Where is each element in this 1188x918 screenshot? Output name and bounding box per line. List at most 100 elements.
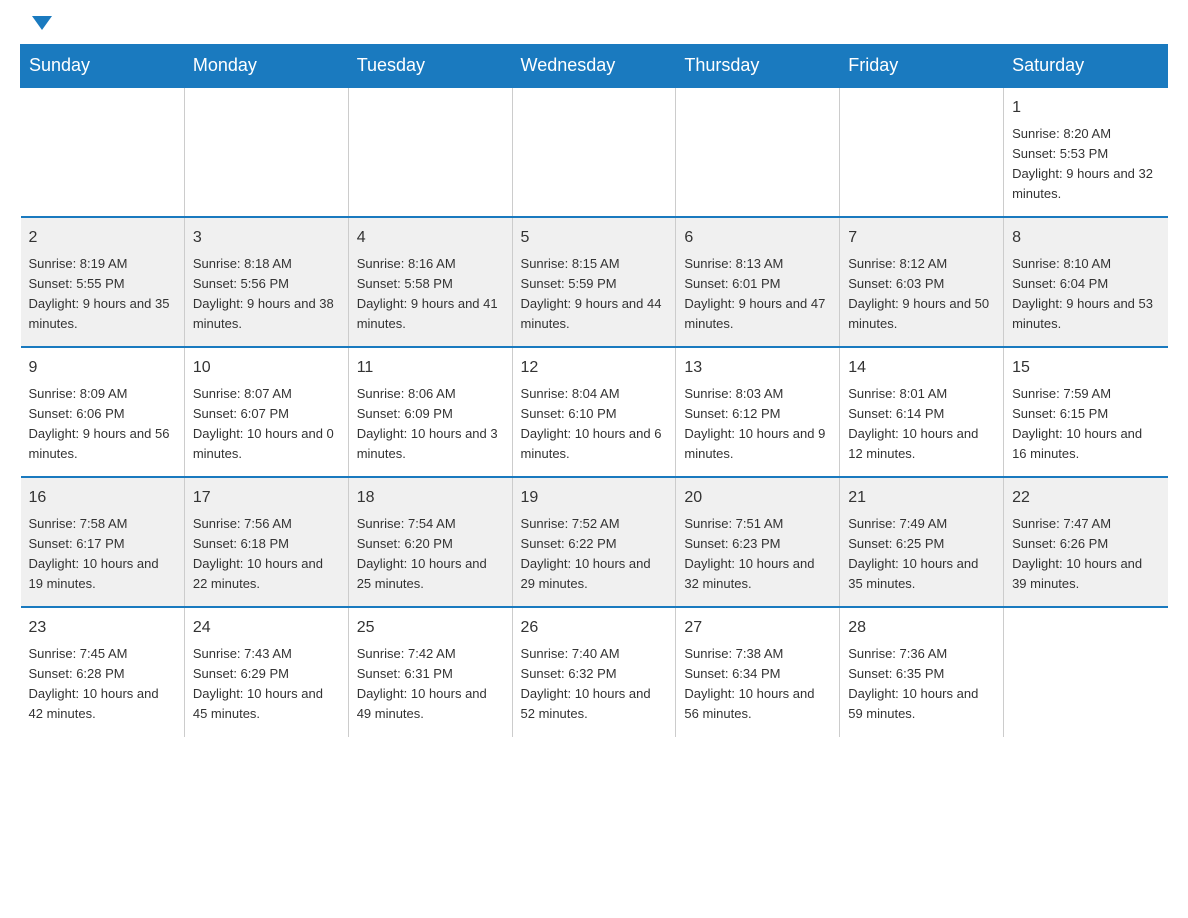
calendar-week-row: 9 Sunrise: 8:09 AMSunset: 6:06 PMDaylight… (21, 347, 1168, 477)
calendar-cell: 23 Sunrise: 7:45 AMSunset: 6:28 PMDayligh… (21, 607, 185, 737)
day-number: 22 (1012, 486, 1159, 510)
calendar-cell: 8 Sunrise: 8:10 AMSunset: 6:04 PMDaylight… (1004, 217, 1168, 347)
calendar-cell (840, 87, 1004, 217)
day-info: Sunrise: 7:43 AMSunset: 6:29 PMDaylight:… (193, 644, 340, 725)
calendar-cell: 11 Sunrise: 8:06 AMSunset: 6:09 PMDayligh… (348, 347, 512, 477)
calendar-cell: 12 Sunrise: 8:04 AMSunset: 6:10 PMDayligh… (512, 347, 676, 477)
day-info: Sunrise: 8:06 AMSunset: 6:09 PMDaylight:… (357, 384, 504, 465)
calendar-cell: 14 Sunrise: 8:01 AMSunset: 6:14 PMDayligh… (840, 347, 1004, 477)
day-info: Sunrise: 8:10 AMSunset: 6:04 PMDaylight:… (1012, 254, 1159, 335)
day-number: 11 (357, 356, 504, 380)
day-number: 2 (29, 226, 176, 250)
calendar-table: SundayMondayTuesdayWednesdayThursdayFrid… (20, 44, 1168, 737)
calendar-cell: 9 Sunrise: 8:09 AMSunset: 6:06 PMDaylight… (21, 347, 185, 477)
day-number: 25 (357, 616, 504, 640)
day-number: 3 (193, 226, 340, 250)
calendar-cell: 22 Sunrise: 7:47 AMSunset: 6:26 PMDayligh… (1004, 477, 1168, 607)
day-info: Sunrise: 7:40 AMSunset: 6:32 PMDaylight:… (521, 644, 668, 725)
day-info: Sunrise: 7:56 AMSunset: 6:18 PMDaylight:… (193, 514, 340, 595)
calendar-week-row: 23 Sunrise: 7:45 AMSunset: 6:28 PMDayligh… (21, 607, 1168, 737)
day-number: 4 (357, 226, 504, 250)
weekday-header-monday: Monday (184, 45, 348, 88)
day-number: 1 (1012, 96, 1159, 120)
day-info: Sunrise: 8:03 AMSunset: 6:12 PMDaylight:… (684, 384, 831, 465)
weekday-header-wednesday: Wednesday (512, 45, 676, 88)
day-number: 13 (684, 356, 831, 380)
calendar-cell: 10 Sunrise: 8:07 AMSunset: 6:07 PMDayligh… (184, 347, 348, 477)
day-number: 7 (848, 226, 995, 250)
day-info: Sunrise: 7:47 AMSunset: 6:26 PMDaylight:… (1012, 514, 1159, 595)
page-header (0, 0, 1188, 44)
calendar-cell: 7Sunrise: 8:12 AMSunset: 6:03 PMDaylight… (840, 217, 1004, 347)
calendar-cell: 25 Sunrise: 7:42 AMSunset: 6:31 PMDayligh… (348, 607, 512, 737)
calendar-cell (1004, 607, 1168, 737)
day-info: Sunrise: 8:13 AMSunset: 6:01 PMDaylight:… (684, 254, 831, 335)
day-number: 5 (521, 226, 668, 250)
day-info: Sunrise: 7:59 AMSunset: 6:15 PMDaylight:… (1012, 384, 1159, 465)
calendar-cell (512, 87, 676, 217)
day-info: Sunrise: 7:36 AMSunset: 6:35 PMDaylight:… (848, 644, 995, 725)
day-info: Sunrise: 7:54 AMSunset: 6:20 PMDaylight:… (357, 514, 504, 595)
day-info: Sunrise: 7:49 AMSunset: 6:25 PMDaylight:… (848, 514, 995, 595)
weekday-header-tuesday: Tuesday (348, 45, 512, 88)
calendar-cell: 24Sunrise: 7:43 AMSunset: 6:29 PMDayligh… (184, 607, 348, 737)
calendar-cell (676, 87, 840, 217)
day-info: Sunrise: 7:51 AMSunset: 6:23 PMDaylight:… (684, 514, 831, 595)
day-number: 18 (357, 486, 504, 510)
day-number: 20 (684, 486, 831, 510)
calendar-cell: 3 Sunrise: 8:18 AMSunset: 5:56 PMDaylight… (184, 217, 348, 347)
day-info: Sunrise: 7:38 AMSunset: 6:34 PMDaylight:… (684, 644, 831, 725)
day-number: 8 (1012, 226, 1159, 250)
calendar-cell: 6 Sunrise: 8:13 AMSunset: 6:01 PMDaylight… (676, 217, 840, 347)
calendar-cell: 16 Sunrise: 7:58 AMSunset: 6:17 PMDayligh… (21, 477, 185, 607)
logo (30, 20, 52, 34)
logo-triangle-icon (32, 16, 52, 30)
day-info: Sunrise: 8:01 AMSunset: 6:14 PMDaylight:… (848, 384, 995, 465)
day-info: Sunrise: 8:04 AMSunset: 6:10 PMDaylight:… (521, 384, 668, 465)
day-number: 21 (848, 486, 995, 510)
calendar-cell: 15 Sunrise: 7:59 AMSunset: 6:15 PMDayligh… (1004, 347, 1168, 477)
calendar-header: SundayMondayTuesdayWednesdayThursdayFrid… (21, 45, 1168, 88)
calendar-cell: 27 Sunrise: 7:38 AMSunset: 6:34 PMDayligh… (676, 607, 840, 737)
day-info: Sunrise: 7:42 AMSunset: 6:31 PMDaylight:… (357, 644, 504, 725)
day-number: 14 (848, 356, 995, 380)
weekday-header-saturday: Saturday (1004, 45, 1168, 88)
calendar-cell: 2 Sunrise: 8:19 AMSunset: 5:55 PMDaylight… (21, 217, 185, 347)
day-number: 23 (29, 616, 176, 640)
day-info: Sunrise: 7:58 AMSunset: 6:17 PMDaylight:… (29, 514, 176, 595)
calendar-container: SundayMondayTuesdayWednesdayThursdayFrid… (0, 44, 1188, 757)
day-number: 6 (684, 226, 831, 250)
day-info: Sunrise: 8:19 AMSunset: 5:55 PMDaylight:… (29, 254, 176, 335)
day-number: 10 (193, 356, 340, 380)
day-info: Sunrise: 8:09 AMSunset: 6:06 PMDaylight:… (29, 384, 176, 465)
weekday-header-thursday: Thursday (676, 45, 840, 88)
calendar-cell: 13 Sunrise: 8:03 AMSunset: 6:12 PMDayligh… (676, 347, 840, 477)
day-number: 16 (29, 486, 176, 510)
calendar-cell: 4 Sunrise: 8:16 AMSunset: 5:58 PMDaylight… (348, 217, 512, 347)
day-info: Sunrise: 7:45 AMSunset: 6:28 PMDaylight:… (29, 644, 176, 725)
calendar-cell: 28 Sunrise: 7:36 AMSunset: 6:35 PMDayligh… (840, 607, 1004, 737)
day-number: 17 (193, 486, 340, 510)
calendar-cell: 19Sunrise: 7:52 AMSunset: 6:22 PMDayligh… (512, 477, 676, 607)
calendar-cell (21, 87, 185, 217)
day-info: Sunrise: 8:07 AMSunset: 6:07 PMDaylight:… (193, 384, 340, 465)
day-number: 28 (848, 616, 995, 640)
day-number: 27 (684, 616, 831, 640)
day-info: Sunrise: 8:15 AMSunset: 5:59 PMDaylight:… (521, 254, 668, 335)
calendar-cell: 26 Sunrise: 7:40 AMSunset: 6:32 PMDayligh… (512, 607, 676, 737)
weekday-header-row: SundayMondayTuesdayWednesdayThursdayFrid… (21, 45, 1168, 88)
day-info: Sunrise: 8:16 AMSunset: 5:58 PMDaylight:… (357, 254, 504, 335)
weekday-header-sunday: Sunday (21, 45, 185, 88)
calendar-cell: 17 Sunrise: 7:56 AMSunset: 6:18 PMDayligh… (184, 477, 348, 607)
calendar-week-row: 16 Sunrise: 7:58 AMSunset: 6:17 PMDayligh… (21, 477, 1168, 607)
day-number: 26 (521, 616, 668, 640)
day-info: Sunrise: 8:18 AMSunset: 5:56 PMDaylight:… (193, 254, 340, 335)
calendar-cell: 5 Sunrise: 8:15 AMSunset: 5:59 PMDaylight… (512, 217, 676, 347)
day-number: 12 (521, 356, 668, 380)
calendar-cell (184, 87, 348, 217)
day-number: 9 (29, 356, 176, 380)
calendar-cell: 20 Sunrise: 7:51 AMSunset: 6:23 PMDayligh… (676, 477, 840, 607)
day-number: 15 (1012, 356, 1159, 380)
calendar-cell: 1Sunrise: 8:20 AMSunset: 5:53 PMDaylight… (1004, 87, 1168, 217)
calendar-week-row: 2 Sunrise: 8:19 AMSunset: 5:55 PMDaylight… (21, 217, 1168, 347)
